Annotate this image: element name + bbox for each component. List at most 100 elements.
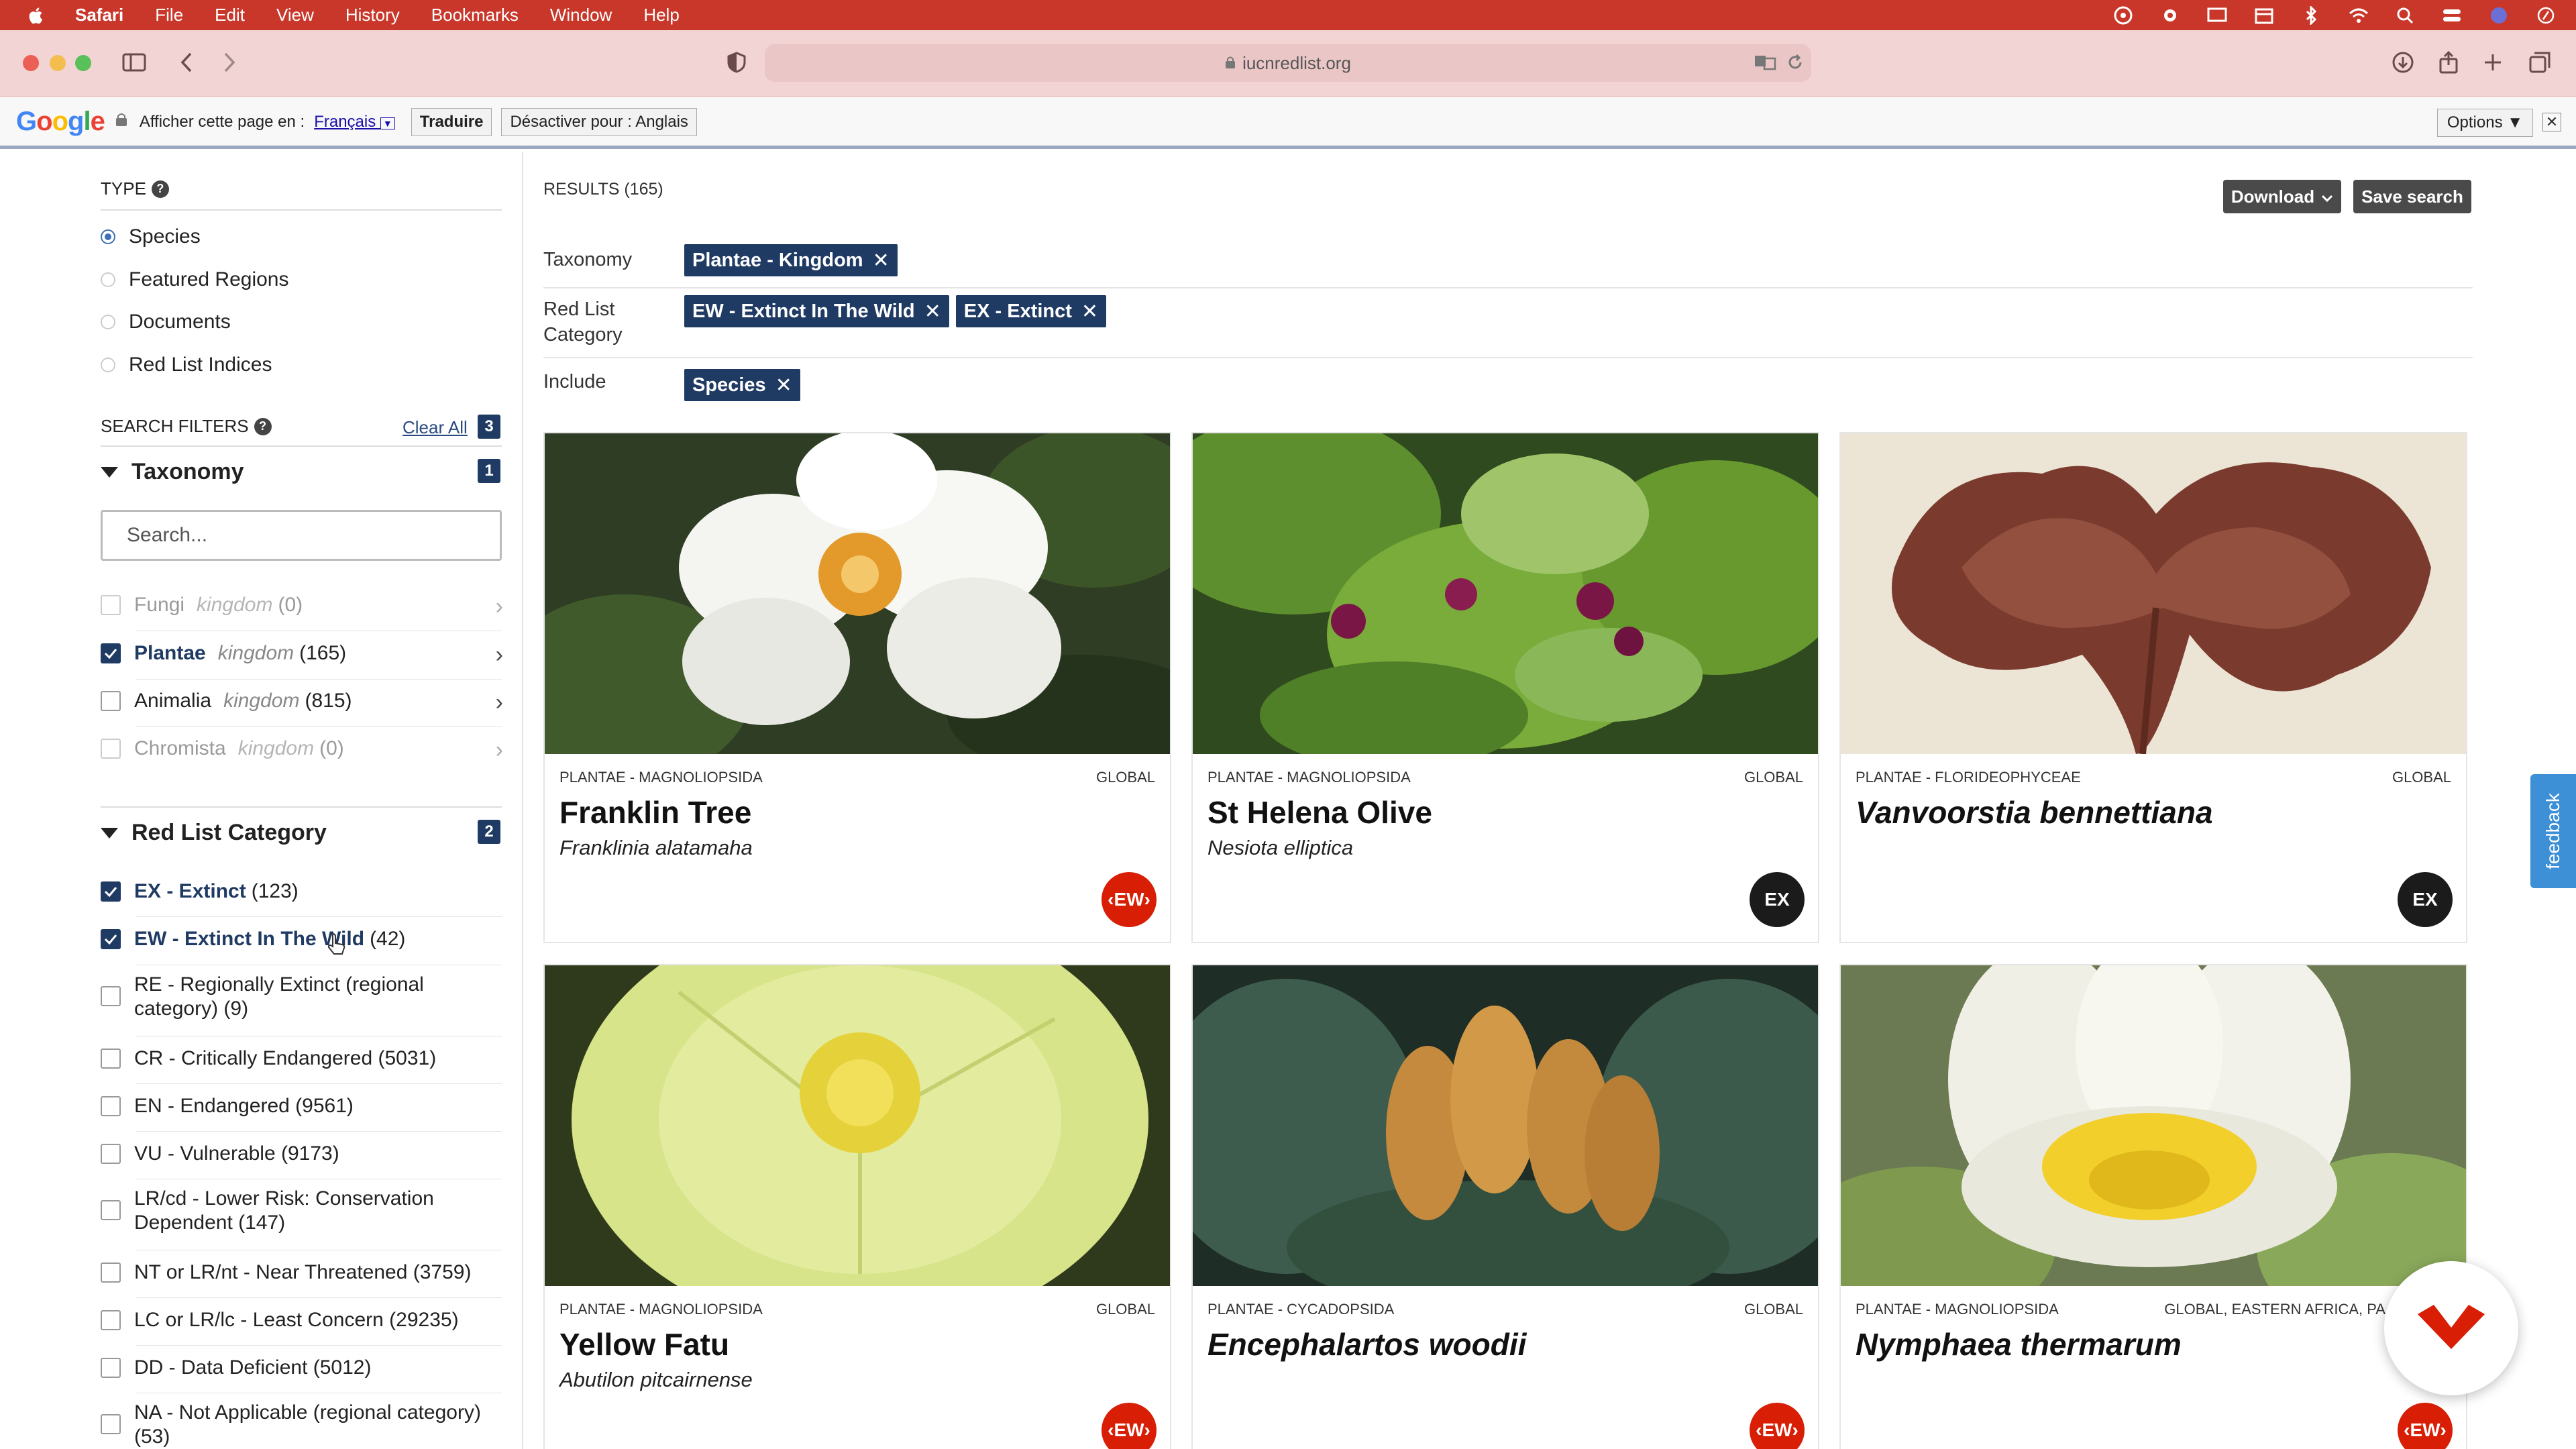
- category-lr-cd[interactable]: LR/cd - Lower Risk: Conservation Dependen…: [101, 1187, 503, 1235]
- radio-button[interactable]: [101, 358, 115, 372]
- focus-icon[interactable]: [2113, 5, 2133, 25]
- address-bar[interactable]: iucnredlist.org: [765, 44, 1811, 82]
- category-dd[interactable]: DD - Data Deficient (5012): [101, 1356, 503, 1379]
- apple-icon[interactable]: [25, 5, 46, 25]
- species-card[interactable]: PLANTAE - MAGNOLIOPSIDA GLOBAL Yellow Fa…: [543, 964, 1171, 1449]
- checkbox[interactable]: [101, 929, 121, 949]
- taxonomy-item-animalia[interactable]: Animalia kingdom (815) ›: [101, 690, 503, 715]
- species-photo[interactable]: [1841, 433, 2466, 754]
- species-photo[interactable]: [1193, 433, 1818, 754]
- common-name[interactable]: Franklin Tree: [559, 794, 751, 830]
- chat-widget-button[interactable]: [2384, 1261, 2518, 1395]
- close-window-button[interactable]: [23, 55, 39, 71]
- common-name[interactable]: Vanvoorstia bennettiana: [1856, 794, 2213, 830]
- radio-button[interactable]: [101, 229, 115, 244]
- zoom-window-button[interactable]: [75, 55, 91, 71]
- checkbox[interactable]: [101, 1049, 121, 1069]
- menu-safari[interactable]: Safari: [75, 5, 123, 25]
- checkbox[interactable]: [101, 595, 121, 615]
- menu-help[interactable]: Help: [643, 5, 679, 25]
- close-icon[interactable]: ✕: [2542, 113, 2561, 131]
- help-icon[interactable]: ?: [254, 417, 272, 435]
- filter-chip[interactable]: EX - Extinct ✕: [955, 295, 1107, 327]
- radio-button[interactable]: [101, 272, 115, 287]
- category-nt[interactable]: NT or LR/nt - Near Threatened (3759): [101, 1261, 503, 1284]
- back-icon[interactable]: [173, 49, 200, 76]
- category-vu[interactable]: VU - Vulnerable (9173): [101, 1142, 503, 1165]
- type-option-featured-regions[interactable]: Featured Regions: [101, 268, 288, 291]
- filter-chip[interactable]: EW - Extinct In The Wild ✕: [684, 295, 949, 327]
- control-center-icon[interactable]: [2442, 5, 2462, 25]
- calendar-icon[interactable]: [2254, 5, 2274, 25]
- chevron-right-icon[interactable]: ›: [496, 642, 503, 668]
- category-ex[interactable]: EX - Extinct (123): [101, 880, 503, 903]
- type-option-species[interactable]: Species: [101, 225, 201, 248]
- download-button[interactable]: Download: [2223, 180, 2341, 213]
- species-card[interactable]: PLANTAE - CYCADOPSIDA GLOBAL Encephalart…: [1191, 964, 1819, 1449]
- common-name[interactable]: Yellow Fatu: [559, 1326, 729, 1362]
- save-search-button[interactable]: Save search: [2353, 180, 2471, 213]
- language-select[interactable]: Français ▼: [314, 113, 395, 131]
- checkbox[interactable]: [101, 1310, 121, 1330]
- species-photo[interactable]: [545, 433, 1170, 754]
- privacy-shield-icon[interactable]: [723, 49, 750, 76]
- category-en[interactable]: EN - Endangered (9561): [101, 1095, 503, 1118]
- checkbox[interactable]: [101, 643, 121, 663]
- radio-button[interactable]: [101, 315, 115, 329]
- species-photo[interactable]: [1841, 965, 2466, 1286]
- clear-all-link[interactable]: Clear All: [402, 417, 468, 438]
- checkbox[interactable]: [101, 1200, 121, 1220]
- category-na[interactable]: NA - Not Applicable (regional category)(…: [101, 1401, 503, 1449]
- species-card[interactable]: PLANTAE - MAGNOLIOPSIDA GLOBAL St Helena…: [1191, 432, 1819, 943]
- checkbox[interactable]: [101, 1263, 121, 1283]
- feedback-tab[interactable]: feedback: [2530, 774, 2576, 888]
- red-list-facet-toggle[interactable]: Red List Category: [101, 820, 327, 846]
- spotlight-search-icon[interactable]: [2395, 5, 2415, 25]
- share-icon[interactable]: [2435, 49, 2462, 76]
- species-card[interactable]: PLANTAE - MAGNOLIOPSIDA GLOBAL Franklin …: [543, 432, 1171, 943]
- taxonomy-search-input[interactable]: Search...: [101, 510, 502, 561]
- taxonomy-facet-toggle[interactable]: Taxonomy: [101, 459, 244, 485]
- remove-chip-icon[interactable]: ✕: [1081, 300, 1098, 323]
- translate-options-button[interactable]: Options ▼: [2436, 109, 2533, 137]
- checkbox[interactable]: [101, 986, 121, 1006]
- species-photo[interactable]: [1193, 965, 1818, 1286]
- checkbox[interactable]: [101, 1144, 121, 1164]
- common-name[interactable]: Nymphaea thermarum: [1856, 1326, 2182, 1362]
- category-lc[interactable]: LC or LR/lc - Least Concern (29235): [101, 1309, 503, 1332]
- menu-file[interactable]: File: [155, 5, 183, 25]
- menu-window[interactable]: Window: [550, 5, 612, 25]
- checkbox[interactable]: [101, 1096, 121, 1116]
- minimize-window-button[interactable]: [50, 55, 66, 71]
- sidebar-toggle-icon[interactable]: [121, 49, 148, 76]
- species-photo[interactable]: [545, 965, 1170, 1286]
- checkbox[interactable]: [101, 739, 121, 759]
- category-ew[interactable]: EW - Extinct In The Wild (42): [101, 928, 503, 951]
- menu-edit[interactable]: Edit: [215, 5, 245, 25]
- taxonomy-item-fungi[interactable]: Fungi kingdom (0) ›: [101, 594, 503, 619]
- wifi-icon[interactable]: [2348, 5, 2368, 25]
- downloads-icon[interactable]: [2390, 49, 2416, 76]
- chevron-right-icon[interactable]: ›: [496, 594, 503, 620]
- checkbox[interactable]: [101, 691, 121, 711]
- menu-history[interactable]: History: [345, 5, 400, 25]
- screen-icon[interactable]: [2207, 5, 2227, 25]
- species-card[interactable]: PLANTAE - MAGNOLIOPSIDA GLOBAL, EASTERN …: [1839, 964, 2467, 1449]
- checkbox[interactable]: [101, 881, 121, 902]
- remove-chip-icon[interactable]: ✕: [924, 300, 941, 323]
- taxonomy-item-chromista[interactable]: Chromista kingdom (0) ›: [101, 737, 503, 763]
- siri-icon[interactable]: [2536, 5, 2556, 25]
- menu-view[interactable]: View: [276, 5, 314, 25]
- forward-icon[interactable]: [216, 49, 243, 76]
- filter-chip[interactable]: Plantae - Kingdom ✕: [684, 244, 898, 276]
- bluetooth-icon[interactable]: [2301, 5, 2321, 25]
- user-icon[interactable]: [2489, 5, 2509, 25]
- common-name[interactable]: St Helena Olive: [1208, 794, 1432, 830]
- disable-translate-button[interactable]: Désactiver pour : Anglais: [501, 107, 697, 136]
- type-option-documents[interactable]: Documents: [101, 311, 231, 333]
- reload-icon[interactable]: [1782, 49, 1809, 76]
- gear-icon[interactable]: [2160, 5, 2180, 25]
- checkbox[interactable]: [101, 1414, 121, 1434]
- translate-button[interactable]: Traduire: [411, 107, 492, 136]
- taxonomy-item-plantae[interactable]: Plantae kingdom (165) ›: [101, 642, 503, 668]
